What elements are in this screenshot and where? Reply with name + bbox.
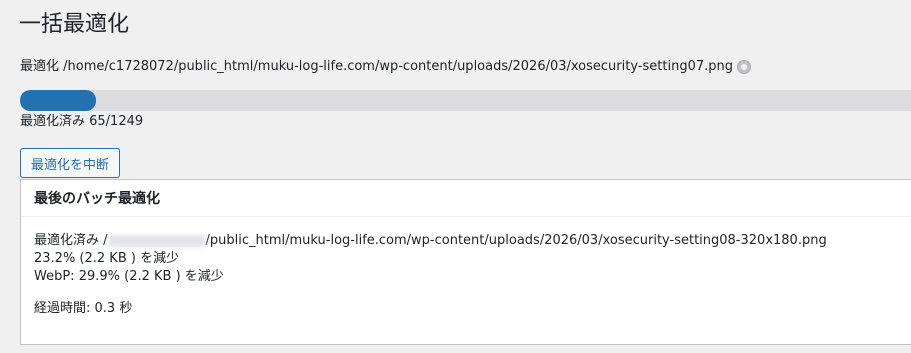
progress-bar (20, 90, 911, 111)
page-title: 一括最適化 (19, 12, 130, 37)
current-file-status: 最適化 /home/c1728072/public_html/muku-log-… (20, 57, 751, 77)
last-batch-optimized-label: 最適化済み / (34, 233, 108, 248)
last-batch-panel: 最後のバッチ最適化 最適化済み / /public_html/muku-log-l… (20, 179, 911, 345)
last-batch-body: 最適化済み / /public_html/muku-log-life.com/wp… (21, 217, 911, 318)
stop-optimization-button[interactable]: 最適化を中断 (20, 148, 121, 178)
last-batch-file-row: 最適化済み / /public_html/muku-log-life.com/wp… (34, 232, 898, 250)
current-file-path: /home/c1728072/public_html/muku-log-life… (63, 59, 733, 74)
redacted-path-segment (108, 234, 205, 247)
current-file-label: 最適化 (20, 59, 60, 74)
last-batch-webp-reduction: WebP: 29.9% (2.2 KB ) を減少 (34, 269, 224, 284)
last-batch-file-path: /public_html/muku-log-life.com/wp-conten… (205, 233, 827, 248)
spinner-icon (737, 60, 751, 74)
last-batch-reduction: 23.2% (2.2 KB ) を減少 (34, 251, 180, 266)
progress-bar-fill (20, 90, 96, 111)
last-batch-heading: 最後のバッチ最適化 (21, 180, 911, 217)
last-batch-elapsed-time: 経過時間: 0.3 秒 (34, 301, 133, 316)
progress-count: 最適化済み 65/1249 (20, 114, 144, 129)
